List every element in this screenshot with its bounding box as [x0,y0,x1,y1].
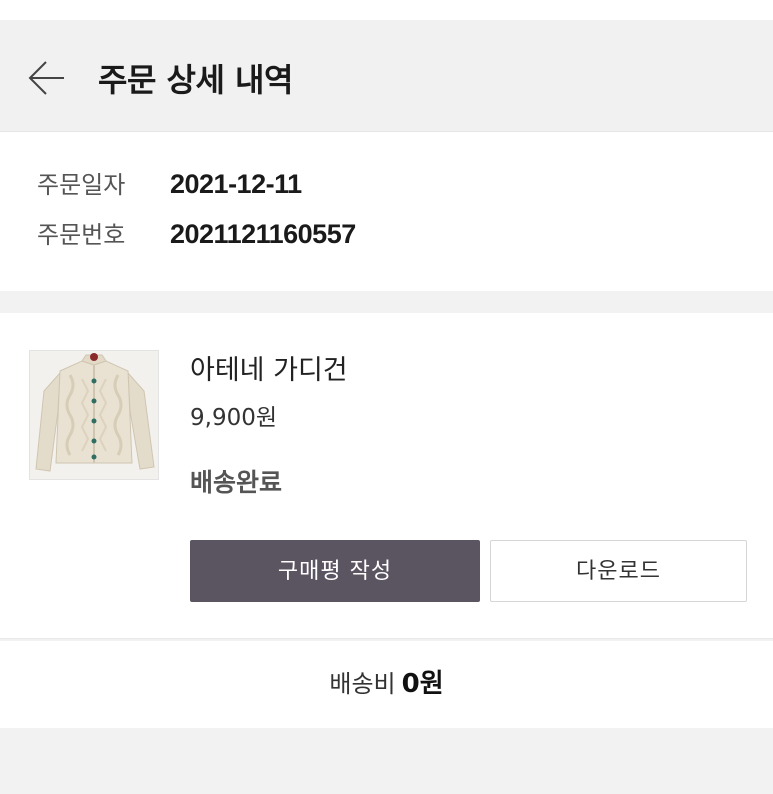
order-info-section: 주문일자 2021-12-11 주문번호 2021121160557 [0,132,773,291]
page-title: 주문 상세 내역 [98,61,293,99]
order-number-value: 2021121160557 [170,219,356,249]
product-price: 9,900원 [190,405,278,431]
page-header: 주문 상세 내역 [0,20,773,132]
order-date-value: 2021-12-11 [170,169,302,199]
back-button[interactable] [26,58,66,98]
order-number-label: 주문번호 [37,221,126,249]
order-date-label: 주문일자 [37,171,126,199]
shipping-fee-value: 0원 [401,669,444,699]
order-date-row: 주문일자 2021-12-11 [37,164,302,204]
product-thumbnail[interactable] [29,350,159,480]
download-button[interactable]: 다운로드 [490,540,747,602]
shipping-fee-label: 배송비 [329,670,396,698]
product-name[interactable]: 아테네 가디건 [190,351,348,391]
product-card: 아테네 가디건 9,900원 배송완료 구매평 작성 다운로드 [0,313,773,639]
status-strip [0,0,773,20]
write-review-button[interactable]: 구매평 작성 [190,540,480,602]
cardigan-thumbnail-icon [30,351,158,479]
shipping-fee-row: 배송비 0원 [0,641,773,728]
delivery-status: 배송완료 [190,468,283,497]
order-number-row: 주문번호 2021121160557 [37,214,356,254]
arrow-left-icon [28,61,64,95]
